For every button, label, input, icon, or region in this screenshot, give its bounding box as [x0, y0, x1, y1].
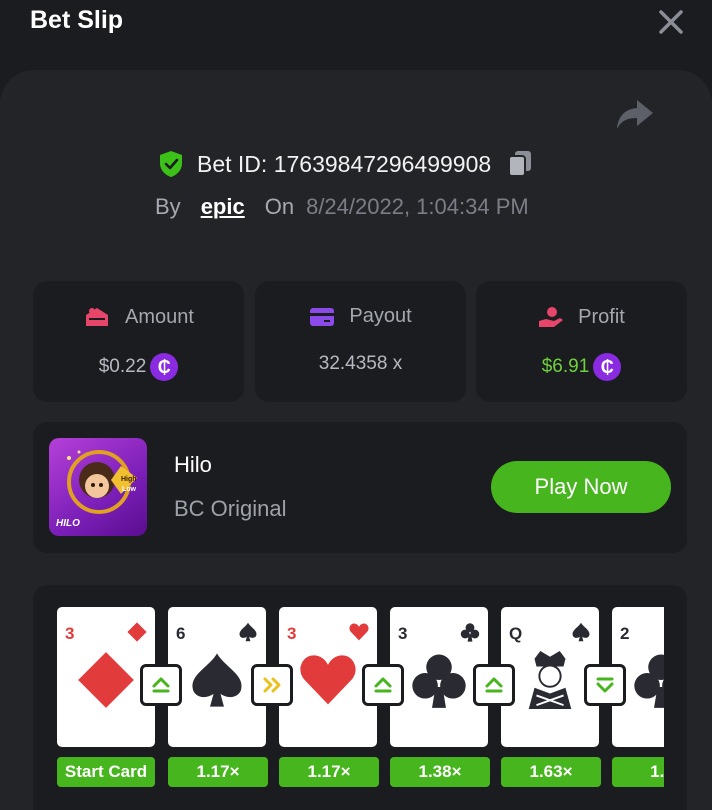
higher-arrow-icon: [140, 664, 182, 706]
card-rank: 3: [287, 624, 297, 643]
user-link[interactable]: epic: [201, 194, 245, 220]
coin-icon: ₵: [150, 353, 179, 381]
heart-icon: [349, 623, 369, 641]
profit-hand-icon: [539, 307, 564, 327]
amount-card: Amount $0.22 ₵: [33, 281, 244, 402]
bet-slip-header: Bet Slip: [0, 0, 712, 70]
spade-icon: [239, 622, 257, 642]
multiplier-badge: 1.7: [612, 757, 664, 787]
thumb-low: Low: [122, 486, 136, 493]
card-icon: [310, 307, 335, 326]
higher-arrow-icon: [473, 664, 515, 706]
payout-value: 32.4358 x: [318, 353, 403, 374]
page-title: Bet Slip: [30, 6, 124, 34]
amount-label: Amount: [125, 305, 194, 328]
higher-arrow-icon: [362, 664, 404, 706]
profit-card: Profit $6.91 ₵: [476, 281, 687, 402]
lower-arrow-icon: [584, 664, 626, 706]
spade-icon: [572, 622, 590, 642]
multiplier-badge: 1.38×: [390, 757, 490, 787]
skip-arrow-icon: [251, 664, 293, 706]
bet-id: Bet ID: 17639847296499908: [197, 150, 492, 177]
multiplier-badge: 1.63×: [501, 757, 601, 787]
on-label: On: [264, 194, 295, 219]
start-card-label: Start Card: [57, 757, 155, 787]
copy-icon[interactable]: [507, 150, 533, 178]
thumb-high: High: [121, 476, 137, 483]
play-now-button[interactable]: Play Now: [491, 461, 671, 513]
club-large-icon: [412, 654, 466, 708]
bet-date: 8/24/2022, 1:04:34 PM: [306, 194, 529, 219]
bet-meta-row: By epic On 8/24/2022, 1:04:34 PM: [155, 190, 529, 224]
game-card: High Low HILO Hilo BC Original Play Now: [33, 422, 687, 553]
by-label: By: [155, 194, 181, 219]
thumb-logo-text: HILO: [56, 518, 80, 529]
game-subtitle: BC Original: [174, 496, 287, 521]
card-rank: 2: [620, 624, 630, 643]
diamond-large-icon: [78, 652, 134, 708]
verified-shield-icon: [160, 151, 182, 177]
card-rank: 3: [398, 624, 408, 643]
payout-label: Payout: [349, 305, 412, 327]
payout-card: Payout 32.4358 x: [255, 281, 466, 402]
heart-large-icon: [300, 655, 356, 705]
profit-value: $6.91: [541, 356, 590, 377]
profit-label: Profit: [578, 305, 625, 328]
bet-id-row: Bet ID: 17639847296499908: [158, 146, 533, 182]
card-history: 3 Start Card 6 1.17× 3 1.17× 3 1.38× Q 1.63× 2 1.7: [33, 585, 687, 810]
multiplier-badge: 1.17×: [168, 757, 268, 787]
card-rank: Q: [509, 624, 523, 643]
club-large-icon: [634, 654, 664, 708]
card-rank: 3: [65, 624, 75, 643]
club-icon: [460, 623, 480, 642]
share-icon[interactable]: [615, 97, 655, 131]
amount-value: $0.22: [98, 356, 147, 377]
queen-figure-icon: [528, 651, 572, 709]
close-icon[interactable]: [655, 6, 687, 38]
spade-large-icon: [192, 653, 242, 707]
game-name: Hilo: [174, 452, 212, 477]
card-rank: 6: [176, 624, 186, 643]
card-track[interactable]: 3 Start Card 6 1.17× 3 1.17× 3 1.38× Q 1.63× 2 1.7: [57, 607, 664, 797]
hilo-thumbnail[interactable]: High Low HILO: [49, 438, 147, 536]
multiplier-badge: 1.17×: [279, 757, 379, 787]
diamond-icon: [127, 622, 147, 642]
coin-icon: ₵: [593, 353, 622, 381]
amount-icon: [86, 308, 109, 326]
